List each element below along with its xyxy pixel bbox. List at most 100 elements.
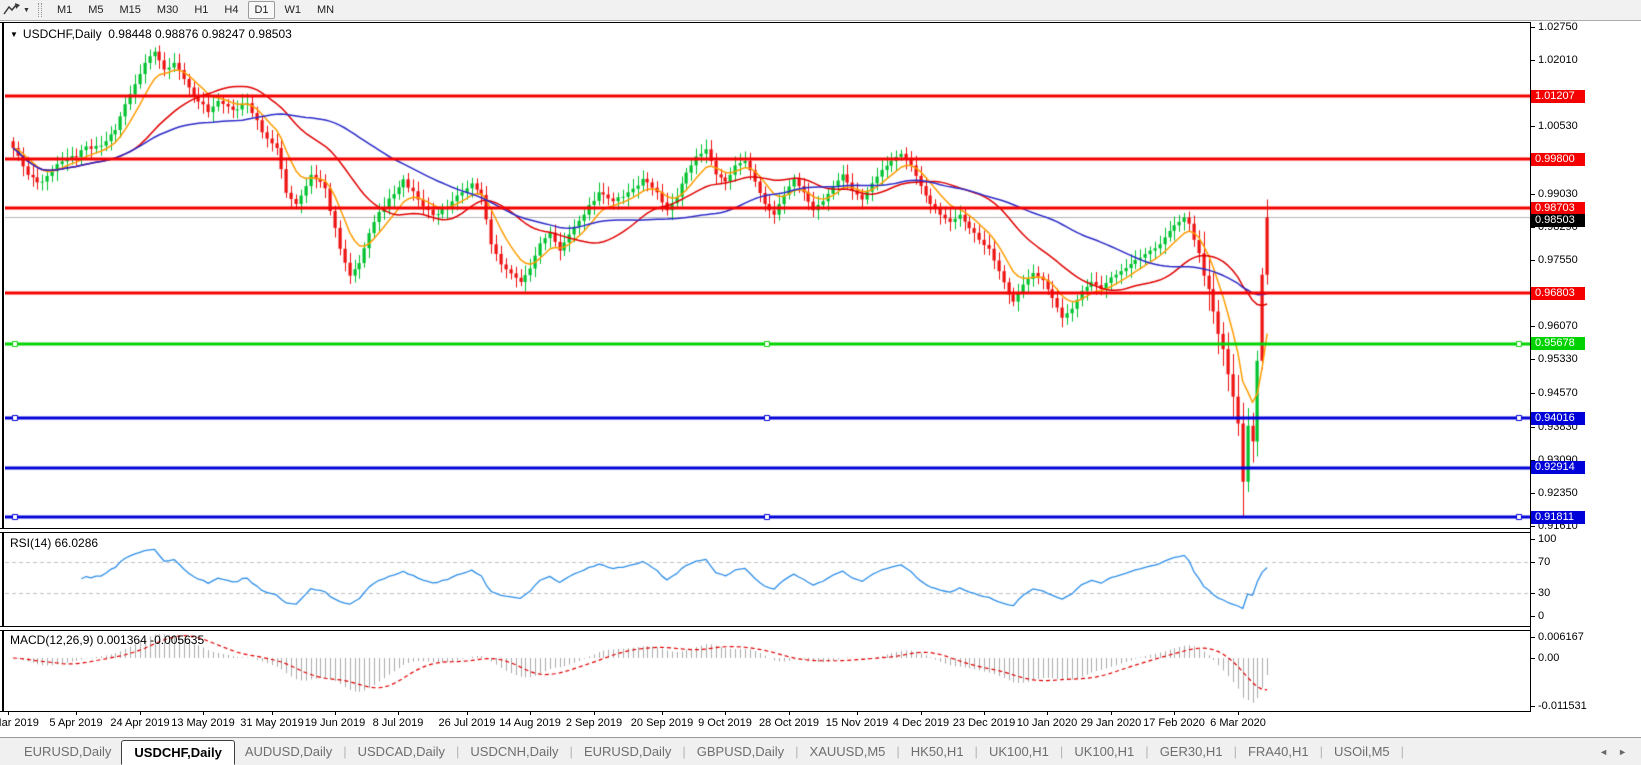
axis-tick-mark [1531,658,1535,659]
tab-eurusd-daily[interactable]: EURUSD,Daily [14,741,121,762]
date-axis[interactable]: 18 Mar 20195 Apr 201924 Apr 201913 May 2… [5,712,1530,737]
tab-hk50-h1[interactable]: HK50,H1 [901,741,974,762]
date-tick-mark [398,712,399,715]
line-chart-icon-glyph [3,2,21,18]
macd-tick-label: -0.011531 [1531,700,1587,712]
chart-symbol-label: USDCHF,Daily [23,27,102,41]
date-tick-mark [76,712,77,715]
axis-tick-mark [1531,706,1535,707]
tf-button-d1[interactable]: D1 [248,1,274,19]
hline-price-label: 0.99800 [1531,153,1585,166]
tab-scroll-left-icon[interactable]: ◄ [1599,747,1608,757]
rsi-tick-label: 0 [1531,610,1544,622]
tab-xauusd-m5[interactable]: XAUUSD,M5 [800,741,896,762]
toolbar-grip-handle[interactable] [38,3,42,17]
axis-tick-mark [1531,60,1535,61]
tab-separator: | [1400,744,1405,759]
tab-usoil-m5[interactable]: USOil,M5 [1324,741,1400,762]
tab-eurusd-daily[interactable]: EURUSD,Daily [574,741,681,762]
date-tick-mark [1174,712,1175,715]
tab-gbpusd-daily[interactable]: GBPUSD,Daily [687,741,794,762]
tab-uk100-h1[interactable]: UK100,H1 [979,741,1059,762]
main-chart-canvas[interactable] [5,23,1530,528]
axis-tick-mark [1531,526,1535,527]
tab-usdcad-daily[interactable]: USDCAD,Daily [348,741,455,762]
date-tick-mark [8,712,9,715]
hline-price-label: 0.94016 [1531,412,1585,425]
date-label: 26 Jul 2019 [439,717,496,729]
date-label: 20 Sep 2019 [631,717,693,729]
tf-button-w1[interactable]: W1 [279,1,308,19]
date-label: 5 Apr 2019 [49,717,102,729]
date-tick-mark [725,712,726,715]
tf-button-m15[interactable]: M15 [114,1,147,19]
date-tick-mark [857,712,858,715]
tab-scroll-right-icon[interactable]: ► [1618,747,1627,757]
macd-tick-label: 0.006167 [1531,631,1584,643]
price-tick-label: 0.94570 [1531,387,1578,399]
tab-usdchf-daily[interactable]: USDCHF,Daily [121,740,234,765]
tab-scroll-arrows: ◄► [1599,747,1627,757]
date-tick-mark [140,712,141,715]
date-label: 8 Jul 2019 [373,717,424,729]
date-tick-mark [662,712,663,715]
date-label: 15 Nov 2019 [826,717,888,729]
timeframe-toolbar: ▼ M1M5 M15M30H1H4D1 W1MN [0,0,1641,21]
price-axis[interactable]: 1.027501.020101.005300.990300.982900.975… [1531,22,1641,712]
chart-tab-bar: EURUSD,DailyUSDCHF,DailyAUDUSD,Daily|USD… [0,737,1641,765]
price-tick-label: 1.02010 [1531,54,1578,66]
axis-tick-mark [1531,616,1535,617]
date-label: 17 Feb 2020 [1143,717,1205,729]
date-tick-mark [1047,712,1048,715]
current-price-label: 0.98503 [1531,214,1585,227]
date-label: 13 May 2019 [171,717,235,729]
terminal-window: ▼ M1M5 M15M30H1H4D1 W1MN ▼ USDCHF,Daily 0.9… [0,0,1641,765]
date-label: 29 Jan 2020 [1081,717,1142,729]
tab-ger30-h1[interactable]: GER30,H1 [1150,741,1233,762]
tab-usdcnh-daily[interactable]: USDCNH,Daily [460,741,568,762]
macd-label: MACD(12,26,9) 0.001364 -0.005635 [10,633,204,647]
axis-tick-mark [1531,562,1535,563]
rsi-tick-label: 100 [1531,533,1556,545]
date-tick-mark [1238,712,1239,715]
date-tick-mark [335,712,336,715]
toolbar-dropdown-caret[interactable]: ▼ [23,7,30,14]
date-label: 31 May 2019 [240,717,304,729]
line-chart-icon[interactable]: ▼ [0,0,32,20]
tf-button-m30[interactable]: M30 [151,1,184,19]
price-tick-label: 1.02750 [1531,21,1578,33]
axis-tick-mark [1531,637,1535,638]
tab-audusd-daily[interactable]: AUDUSD,Daily [235,741,342,762]
hline-price-label: 0.96803 [1531,287,1585,300]
date-label: 19 Jun 2019 [305,717,366,729]
axis-tick-mark [1531,393,1535,394]
tab-uk100-h1[interactable]: UK100,H1 [1064,741,1144,762]
rsi-panel-canvas[interactable] [5,533,1530,626]
price-tick-label: 0.95330 [1531,353,1578,365]
axis-tick-mark [1531,427,1535,428]
axis-tick-mark [1531,126,1535,127]
date-label: 10 Jan 2020 [1017,717,1078,729]
rsi-label: RSI(14) 66.0286 [10,536,98,550]
tab-fra40-h1[interactable]: FRA40,H1 [1238,741,1319,762]
date-label: 4 Dec 2019 [893,717,949,729]
tf-button-h4[interactable]: H4 [218,1,244,19]
tf-button-m1[interactable]: M1 [51,1,78,19]
axis-tick-mark [1531,493,1535,494]
hline-price-label: 0.91811 [1531,511,1585,524]
tf-button-m5[interactable]: M5 [82,1,109,19]
hline-price-label: 0.95678 [1531,337,1585,350]
tf-button-h1[interactable]: H1 [188,1,214,19]
tf-button-mn[interactable]: MN [311,1,340,19]
date-label: 28 Oct 2019 [759,717,819,729]
axis-tick-mark [1531,326,1535,327]
hline-price-label: 0.92914 [1531,461,1585,474]
axis-tick-mark [1531,27,1535,28]
rsi-tick-label: 30 [1531,587,1550,599]
chart-title-caret-icon[interactable]: ▼ [10,30,18,39]
macd-tick-label: 0.00 [1531,652,1559,664]
axis-tick-mark [1531,539,1535,540]
timeframe-buttons: M1M5 M15M30H1H4D1 W1MN [49,1,342,19]
macd-panel-canvas[interactable] [5,631,1530,711]
chart-ohlc-values: 0.98448 0.98876 0.98247 0.98503 [108,27,292,41]
